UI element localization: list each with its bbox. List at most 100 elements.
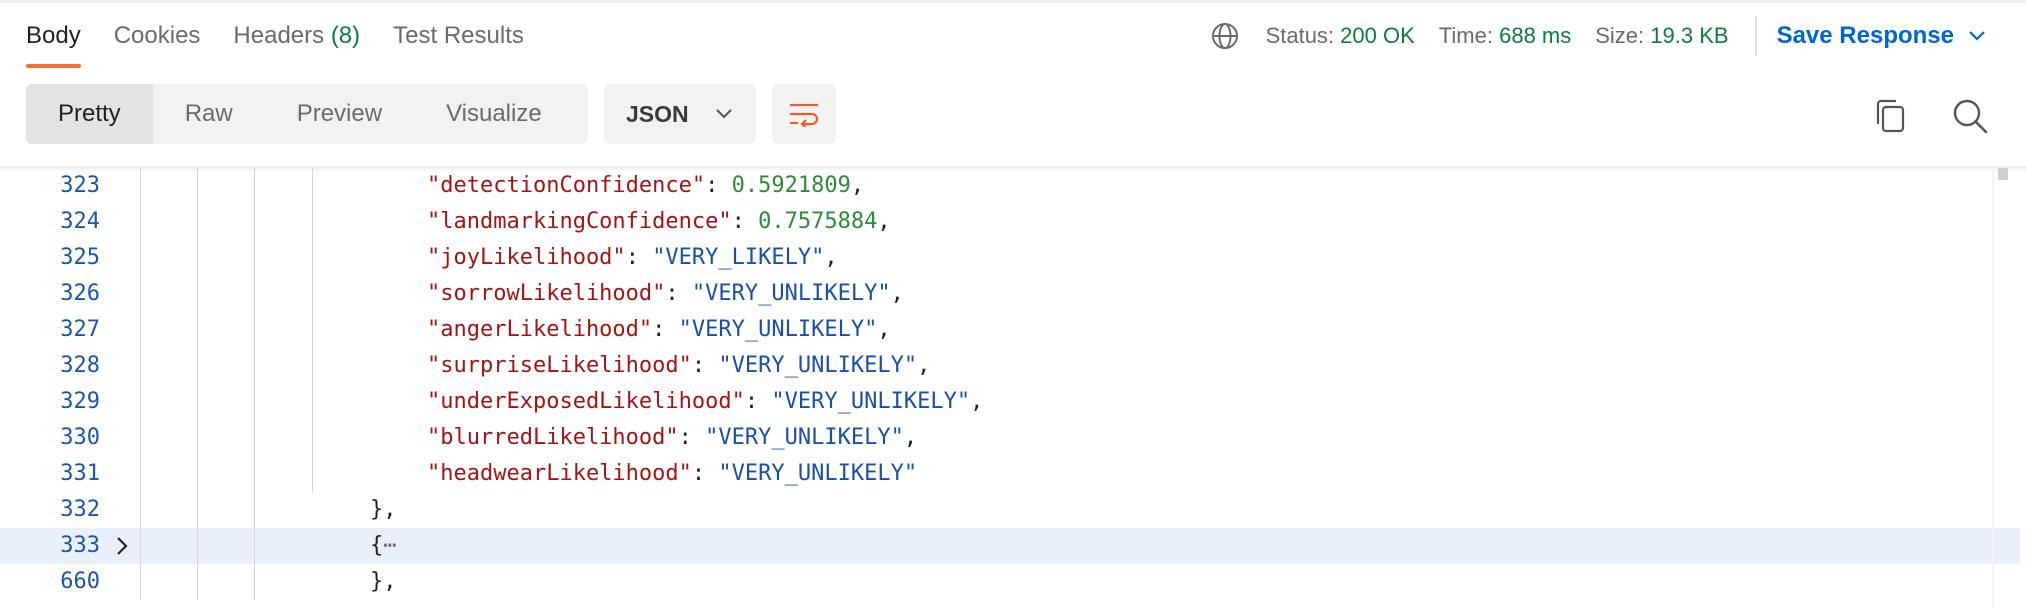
code-line[interactable]: 332},	[0, 492, 2020, 528]
tab-headers-label: Headers	[233, 22, 325, 49]
code-line[interactable]: 331 "headwearLikelihood": "VERY_UNLIKELY"	[0, 456, 2020, 492]
json-editor[interactable]: 323 "detectionConfidence": 0.5921809, 324 "…	[0, 168, 2026, 608]
code-text: "underExposedLikelihood": "VERY_UNLIKELY…	[427, 384, 983, 420]
code-line[interactable]: 327 "angerLikelihood": "VERY_UNLIKELY",	[0, 312, 2020, 348]
scrollbar-thumb[interactable]	[1998, 168, 2008, 180]
indent-guide	[312, 348, 313, 384]
code-text: "surpriseLikelihood": "VERY_UNLIKELY",	[427, 348, 930, 384]
headers-count: (8)	[330, 22, 361, 49]
code-text: },	[370, 492, 397, 528]
copy-button[interactable]	[1872, 96, 1908, 136]
globe-icon[interactable]	[1210, 21, 1240, 51]
code-text: {⋯	[370, 528, 397, 564]
view-mode-selector: Pretty Raw Preview Visualize	[26, 84, 588, 144]
json-bracket: },	[370, 569, 397, 594]
code-line[interactable]: 660},	[0, 564, 2020, 600]
chevron-down-icon	[1969, 31, 1985, 41]
json-colon: :	[665, 281, 692, 306]
line-number: 324	[60, 209, 100, 234]
json-string-value: "VERY_UNLIKELY"	[705, 425, 904, 450]
indent-guide	[140, 240, 141, 276]
indent-guide	[312, 384, 313, 420]
indent-guide	[254, 420, 255, 456]
code-text: "landmarkingConfidence": 0.7575884,	[427, 204, 891, 240]
indent-guide	[197, 168, 198, 204]
code-text: "angerLikelihood": "VERY_UNLIKELY",	[427, 312, 891, 348]
line-number: 323	[60, 173, 100, 198]
code-line[interactable]: 324 "landmarkingConfidence": 0.7575884,	[0, 204, 2020, 240]
indent-guide	[140, 528, 141, 564]
indent-guide	[197, 492, 198, 528]
code-text: "joyLikelihood": "VERY_LIKELY",	[427, 240, 838, 276]
view-mode-preview[interactable]: Preview	[265, 84, 414, 144]
line-number: 325	[60, 245, 100, 270]
folded-ellipsis[interactable]: ⋯	[383, 533, 396, 558]
save-response-button[interactable]: Save Response	[1777, 22, 1986, 50]
status-meta[interactable]: Status: 200 OK	[1266, 23, 1415, 49]
json-string-value: "VERY_UNLIKELY"	[691, 281, 891, 306]
tab-body[interactable]: Body	[26, 18, 81, 68]
json-colon: :	[678, 425, 706, 450]
code-line[interactable]: 323 "detectionConfidence": 0.5921809,	[0, 168, 2020, 204]
code-line[interactable]: 326 "sorrowLikelihood": "VERY_UNLIKELY",	[0, 276, 2020, 312]
line-number: 331	[60, 461, 100, 486]
code-line[interactable]: 325 "joyLikelihood": "VERY_LIKELY",	[0, 240, 2020, 276]
code-line[interactable]: 330 "blurredLikelihood": "VERY_UNLIKELY",	[0, 420, 2020, 456]
format-dropdown[interactable]: JSON	[604, 84, 756, 144]
indent-guide	[254, 168, 255, 204]
json-colon: :	[705, 173, 732, 198]
code-text: "headwearLikelihood": "VERY_UNLIKELY"	[427, 456, 917, 492]
json-comma: ,	[824, 245, 838, 270]
tab-cookies[interactable]: Cookies	[114, 18, 201, 68]
view-mode-visualize[interactable]: Visualize	[414, 84, 574, 144]
view-mode-pretty[interactable]: Pretty	[26, 84, 153, 144]
status-label: Status:	[1265, 23, 1335, 48]
top-divider	[0, 0, 2026, 3]
indent-guide	[140, 384, 141, 420]
json-key: "landmarkingConfidence"	[427, 209, 732, 234]
code-line[interactable]: 328 "surpriseLikelihood": "VERY_UNLIKELY"…	[0, 348, 2020, 384]
indent-guide	[197, 204, 198, 240]
indent-guide	[254, 528, 255, 564]
json-string-value: "VERY_LIKELY"	[652, 245, 825, 270]
search-button[interactable]	[1950, 96, 1990, 136]
code-text: "detectionConfidence": 0.5921809,	[427, 168, 864, 204]
indent-guide	[254, 384, 255, 420]
json-comma: ,	[850, 173, 865, 198]
time-label: Time:	[1438, 23, 1493, 48]
chevron-right-icon[interactable]	[112, 536, 132, 556]
json-key: "underExposedLikelihood"	[427, 389, 745, 414]
response-status-bar: Status: 200 OK Time: 688 ms Size: 19.3 K…	[1210, 16, 1986, 56]
json-colon: :	[744, 389, 772, 414]
indent-guide	[197, 348, 198, 384]
json-key: "angerLikelihood"	[427, 317, 653, 342]
status-value: 200 OK	[1340, 23, 1415, 48]
json-colon: :	[625, 245, 653, 270]
json-key: "surpriseLikelihood"	[427, 353, 692, 378]
word-wrap-icon	[790, 103, 819, 127]
time-meta[interactable]: Time: 688 ms	[1439, 23, 1571, 49]
json-key: "headwearLikelihood"	[427, 461, 692, 486]
json-key: "blurredLikelihood"	[427, 425, 679, 450]
json-key: "detectionConfidence"	[427, 173, 706, 198]
indent-guide	[312, 456, 313, 492]
indent-guide	[254, 564, 255, 600]
indent-guide	[254, 204, 255, 240]
indent-guide	[197, 312, 198, 348]
indent-guide	[197, 276, 198, 312]
indent-guide	[312, 168, 313, 204]
line-number: 329	[60, 389, 100, 414]
code-line[interactable]: 333 {⋯	[0, 528, 2020, 564]
view-mode-raw[interactable]: Raw	[153, 84, 265, 144]
size-meta[interactable]: Size: 19.3 KB	[1595, 23, 1728, 49]
word-wrap-button[interactable]	[772, 84, 836, 144]
indent-guide	[312, 420, 313, 456]
size-value: 19.3 KB	[1650, 23, 1729, 48]
json-string-value: "VERY_UNLIKELY"	[718, 461, 918, 486]
save-response-label: Save Response	[1776, 22, 1954, 49]
indent-guide	[140, 312, 141, 348]
tab-headers[interactable]: Headers (8)	[233, 18, 360, 68]
tab-test-results[interactable]: Test Results	[393, 18, 524, 68]
json-number-value: 0.5921809	[731, 173, 851, 198]
code-line[interactable]: 329 "underExposedLikelihood": "VERY_UNLIK…	[0, 384, 2020, 420]
